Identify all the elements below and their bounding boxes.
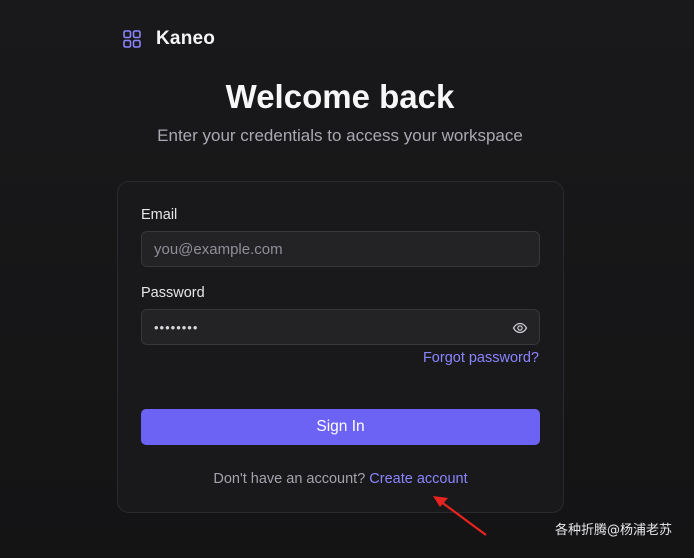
email-label: Email — [141, 207, 178, 223]
eye-icon[interactable] — [512, 320, 528, 336]
sign-in-button[interactable]: Sign In — [141, 409, 540, 445]
brand: Kaneo — [123, 28, 215, 50]
email-placeholder: you@example.com — [154, 240, 283, 258]
password-label: Password — [141, 285, 205, 301]
signup-prompt: Don't have an account? — [213, 471, 366, 487]
forgot-password-link[interactable]: Forgot password? — [423, 350, 539, 366]
password-field[interactable]: •••••••• — [141, 309, 540, 345]
brand-name: Kaneo — [156, 28, 216, 49]
password-value: •••••••• — [154, 319, 199, 335]
page-title: Welcome back — [225, 78, 455, 115]
login-card: Email you@example.com Password •••••••• … — [117, 181, 564, 513]
annotation-arrow-icon — [433, 496, 487, 536]
email-field[interactable]: you@example.com — [141, 231, 540, 267]
page-subtitle: Enter your credentials to access your wo… — [157, 126, 523, 145]
grid-icon — [123, 30, 141, 48]
watermark: 各种折腾@杨浦老苏 — [554, 523, 672, 538]
